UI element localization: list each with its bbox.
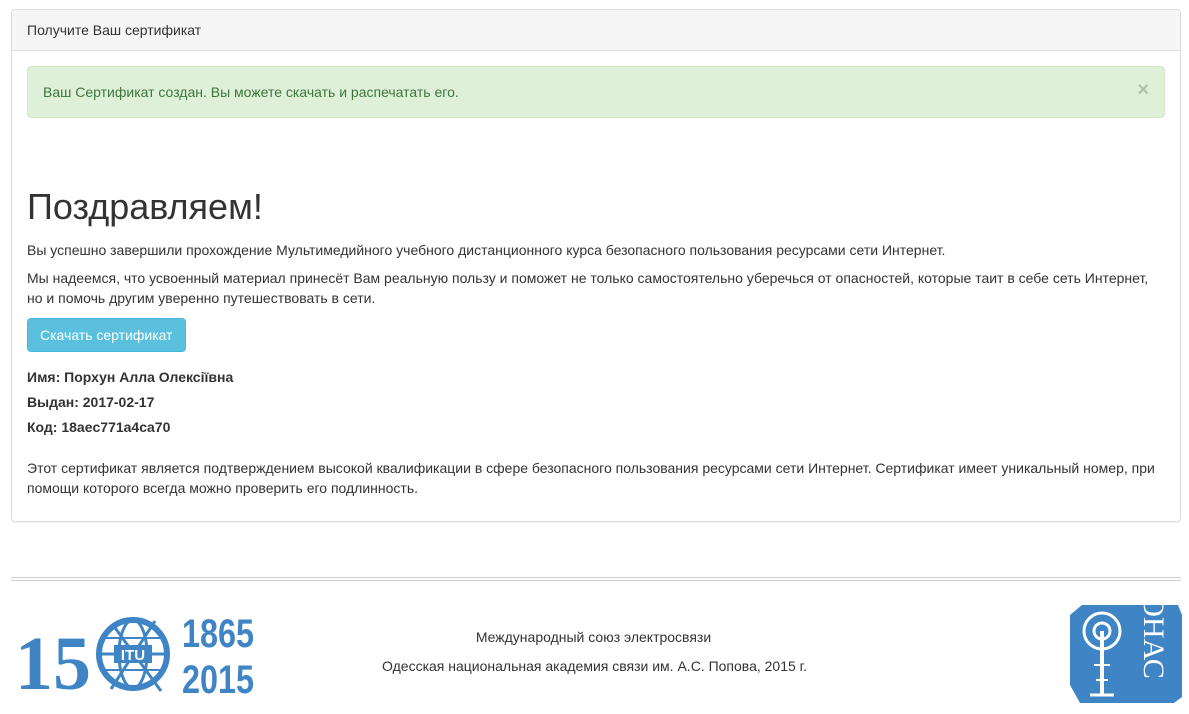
- certificate-description: Этот сертификат является подтверждением …: [27, 460, 1155, 496]
- hope-text: Мы надеемся, что усвоенный материал прин…: [27, 270, 1149, 306]
- footer-itu-text: Международный союз электросвязи: [475, 629, 712, 645]
- certificate-panel: Получите Ваш сертификат Ваш Сертификат с…: [11, 9, 1181, 522]
- onas-letters: ОНАС: [1137, 605, 1170, 679]
- success-alert: Ваш Сертификат создан. Вы можете скачать…: [27, 66, 1165, 118]
- itu-150-logo: 15 ITU 1865 2015: [15, 611, 257, 706]
- completion-text: Вы успешно завершили прохождение Мультим…: [27, 242, 946, 258]
- onas-logo: ОНАС: [1070, 595, 1182, 706]
- page-title: Поздравляем!: [27, 186, 263, 227]
- close-icon[interactable]: ×: [1137, 80, 1149, 100]
- footer-divider: [11, 577, 1181, 581]
- footer-academy-text: Одесская национальная академия связи им.…: [382, 658, 807, 674]
- alert-text: Ваш Сертификат создан. Вы можете скачать…: [43, 84, 459, 100]
- panel-heading: Получите Ваш сертификат: [12, 10, 1180, 51]
- onas-logo-graphic: ОНАС: [1070, 595, 1182, 703]
- holder-name: Имя: Порхун Алла Олексіївна: [27, 369, 234, 385]
- certificate-code: Код: 18aec771a4ca70: [27, 419, 171, 435]
- issued-date: Выдан: 2017-02-17: [27, 394, 155, 410]
- download-certificate-button[interactable]: Скачать сертификат: [27, 318, 186, 352]
- itu-logo-graphic: 15 ITU 1865 2015: [15, 612, 254, 706]
